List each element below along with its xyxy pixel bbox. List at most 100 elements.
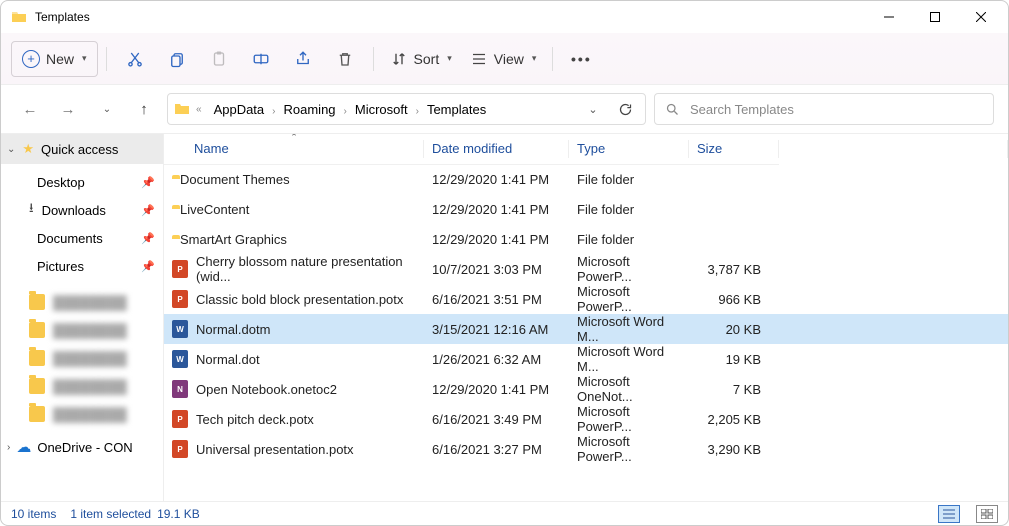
- sidebar-item-label: ████████: [53, 323, 127, 338]
- file-size: 2,205 KB: [689, 404, 779, 434]
- copy-icon: [168, 50, 186, 68]
- status-bar: 10 items 1 item selected 19.1 KB: [1, 501, 1008, 525]
- file-row[interactable]: PUniversal presentation.potx6/16/2021 3:…: [164, 434, 1008, 464]
- pin-icon: 📌: [141, 232, 155, 245]
- file-row[interactable]: WNormal.dot1/26/2021 6:32 AMMicrosoft Wo…: [164, 344, 1008, 374]
- file-size: 19 KB: [689, 344, 779, 374]
- file-size: [689, 194, 779, 224]
- column-name[interactable]: Name⌃: [164, 134, 424, 164]
- quick-access-label: Quick access: [41, 142, 118, 157]
- sidebar-item-redacted[interactable]: ████████: [1, 372, 163, 400]
- refresh-icon: [618, 102, 633, 117]
- sidebar-item-label: Documents: [37, 231, 103, 246]
- file-row[interactable]: Document Themes12/29/2020 1:41 PMFile fo…: [164, 164, 1008, 194]
- sort-button[interactable]: Sort ▾: [382, 41, 460, 77]
- folder-icon: [11, 9, 27, 25]
- sidebar-item-redacted[interactable]: ████████: [1, 400, 163, 428]
- recent-button[interactable]: ⌄: [91, 94, 121, 124]
- file-row[interactable]: WNormal.dotm3/15/2021 12:16 AMMicrosoft …: [164, 314, 1008, 344]
- close-button[interactable]: [958, 1, 1004, 33]
- search-input[interactable]: [690, 102, 983, 117]
- folder-icon: [29, 322, 45, 338]
- column-date[interactable]: Date modified: [424, 134, 569, 164]
- file-name: Universal presentation.potx: [196, 442, 354, 457]
- file-type: Microsoft PowerP...: [569, 284, 689, 314]
- view-button[interactable]: View ▾: [462, 41, 545, 77]
- cut-button[interactable]: [115, 41, 155, 77]
- file-type: File folder: [569, 224, 689, 254]
- sidebar-item-redacted[interactable]: ████████: [1, 316, 163, 344]
- file-size: 20 KB: [689, 314, 779, 344]
- delete-button[interactable]: [325, 41, 365, 77]
- breadcrumb-appdata[interactable]: AppData: [208, 98, 271, 121]
- breadcrumb-roaming[interactable]: Roaming: [278, 98, 342, 121]
- file-row[interactable]: PTech pitch deck.potx6/16/2021 3:49 PMMi…: [164, 404, 1008, 434]
- share-button[interactable]: [283, 41, 323, 77]
- file-list-pane[interactable]: Name⌃ Date modified Type Size Document T…: [164, 134, 1008, 501]
- rename-button[interactable]: [241, 41, 281, 77]
- details-view-button[interactable]: [938, 505, 960, 523]
- details-icon: [943, 509, 955, 519]
- column-type[interactable]: Type: [569, 134, 689, 164]
- breadcrumb-microsoft[interactable]: Microsoft: [349, 98, 414, 121]
- new-button[interactable]: + New ▾: [11, 41, 98, 77]
- refresh-button[interactable]: [611, 95, 639, 123]
- file-name: LiveContent: [180, 202, 249, 217]
- minimize-button[interactable]: [866, 1, 912, 33]
- view-icon: [470, 50, 488, 68]
- onedrive-item[interactable]: › ☁ OneDrive - CON: [1, 432, 163, 462]
- file-type: Microsoft PowerP...: [569, 404, 689, 434]
- sidebar-item-downloads[interactable]: ⭳Downloads📌: [1, 196, 163, 224]
- cut-icon: [126, 50, 144, 68]
- file-type: Microsoft Word M...: [569, 314, 689, 344]
- quick-access-header[interactable]: ⌄ ★ Quick access: [1, 134, 163, 164]
- file-row[interactable]: NOpen Notebook.onetoc212/29/2020 1:41 PM…: [164, 374, 1008, 404]
- file-name: Cherry blossom nature presentation (wid.…: [196, 254, 416, 284]
- file-date: 6/16/2021 3:49 PM: [424, 404, 569, 434]
- file-date: 12/29/2020 1:41 PM: [424, 374, 569, 404]
- chevron-down-icon: ▾: [82, 53, 87, 64]
- more-button[interactable]: •••: [561, 41, 601, 77]
- file-row[interactable]: LiveContent12/29/2020 1:41 PMFile folder: [164, 194, 1008, 224]
- file-name: SmartArt Graphics: [180, 232, 287, 247]
- more-icon: •••: [571, 51, 592, 67]
- sidebar-item-redacted[interactable]: ████████: [1, 344, 163, 372]
- file-row[interactable]: SmartArt Graphics12/29/2020 1:41 PMFile …: [164, 224, 1008, 254]
- file-name: Classic bold block presentation.potx: [196, 292, 403, 307]
- sort-indicator-icon: ⌃: [290, 134, 298, 143]
- sort-label: Sort: [414, 51, 440, 67]
- back-button[interactable]: ←: [15, 94, 45, 124]
- sidebar-item-pictures[interactable]: Pictures📌: [1, 252, 163, 280]
- file-row[interactable]: PClassic bold block presentation.potx6/1…: [164, 284, 1008, 314]
- pin-icon: 📌: [141, 204, 155, 217]
- file-row[interactable]: PCherry blossom nature presentation (wid…: [164, 254, 1008, 284]
- file-type: File folder: [569, 194, 689, 224]
- file-size: [689, 164, 779, 194]
- column-size[interactable]: Size: [689, 134, 779, 164]
- file-name: Normal.dotm: [196, 322, 270, 337]
- history-dropdown-button[interactable]: ⌄: [579, 95, 607, 123]
- sidebar-item-desktop[interactable]: Desktop📌: [1, 168, 163, 196]
- breadcrumb-templates[interactable]: Templates: [421, 98, 492, 121]
- paste-button[interactable]: [199, 41, 239, 77]
- status-item-count: 10 items: [11, 507, 56, 521]
- breadcrumb-prefix: «: [194, 104, 204, 115]
- rename-icon: [252, 50, 270, 68]
- folder-icon: [29, 294, 45, 310]
- forward-button[interactable]: →: [53, 94, 83, 124]
- thumbnails-view-button[interactable]: [976, 505, 998, 523]
- maximize-button[interactable]: [912, 1, 958, 33]
- copy-button[interactable]: [157, 41, 197, 77]
- sidebar-item-documents[interactable]: Documents 📌: [1, 224, 163, 252]
- sort-icon: [390, 50, 408, 68]
- search-box[interactable]: [654, 93, 994, 125]
- file-type: Microsoft Word M...: [569, 344, 689, 374]
- sidebar-item-label: Desktop: [37, 175, 85, 190]
- pin-icon: 📌: [141, 260, 155, 273]
- sidebar-item-redacted[interactable]: ████████: [1, 288, 163, 316]
- onedrive-label: OneDrive - CON: [37, 440, 132, 455]
- file-name: Document Themes: [180, 172, 290, 187]
- address-bar[interactable]: « AppData›Roaming›Microsoft›Templates ⌄: [167, 93, 646, 125]
- file-date: 12/29/2020 1:41 PM: [424, 164, 569, 194]
- up-button[interactable]: ↑: [129, 94, 159, 124]
